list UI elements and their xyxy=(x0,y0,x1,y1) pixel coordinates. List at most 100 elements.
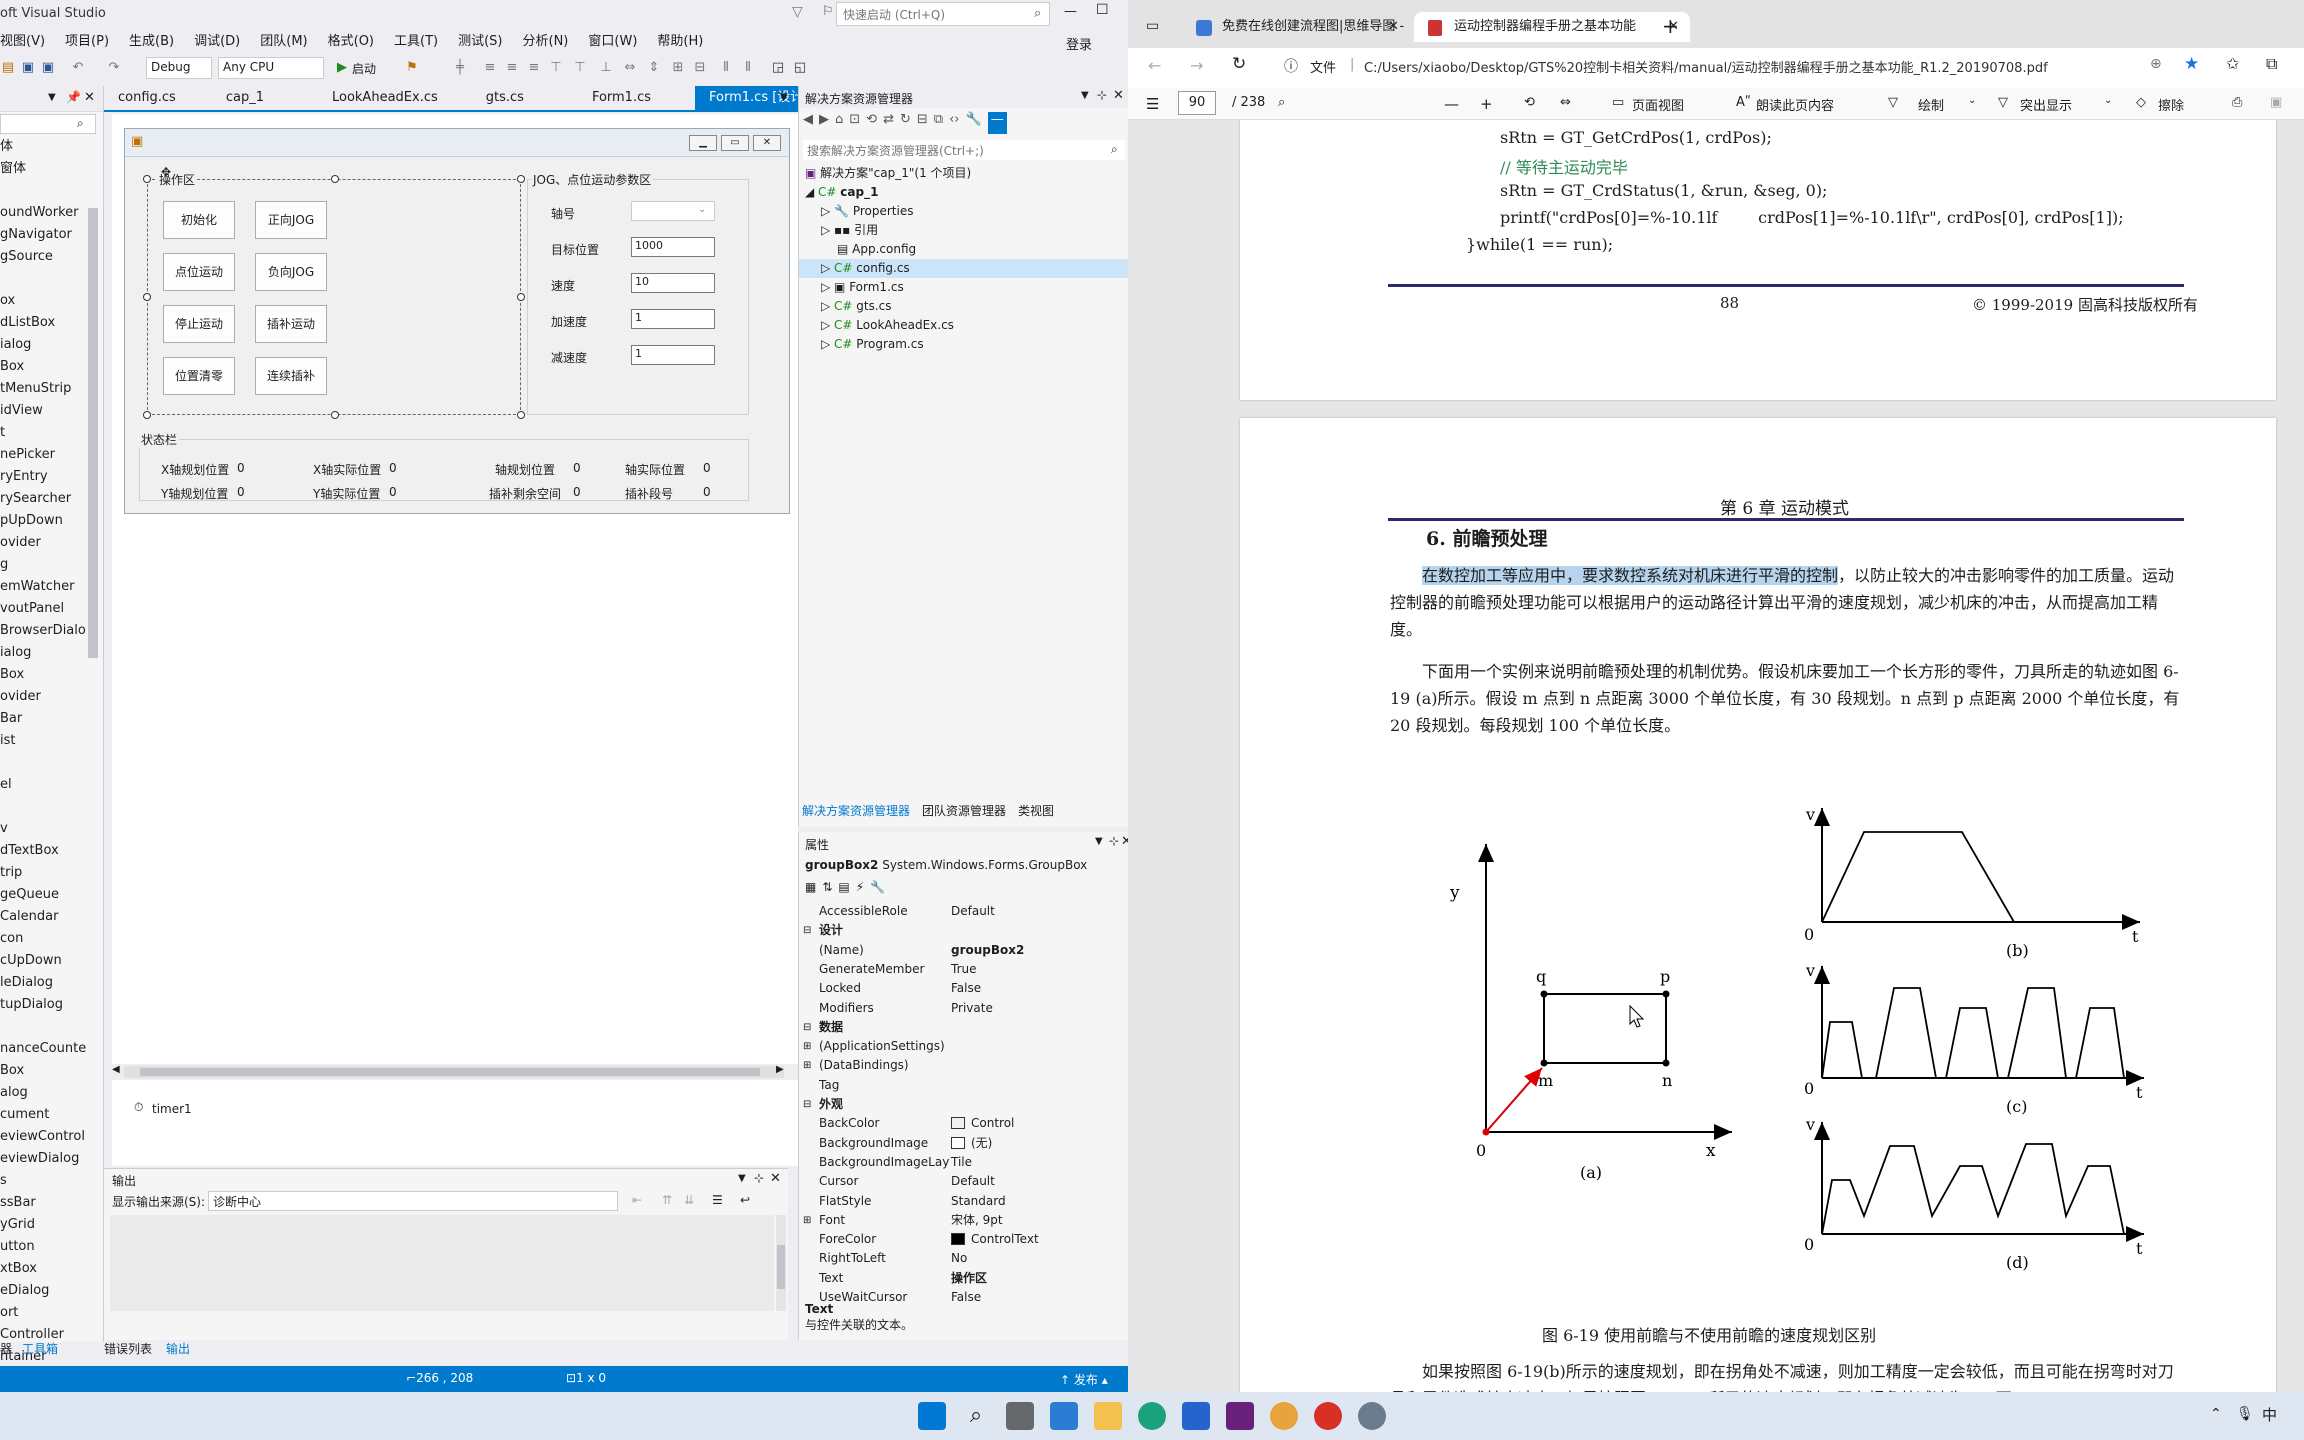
form1-window[interactable]: ▣ ▁ ▭ ✕ 操作区 ✥ 初始化 正向JOG 点位运动 负向JOG 停止运动 … xyxy=(124,128,790,514)
property-value[interactable]: Default xyxy=(951,1172,995,1191)
toolbox-item[interactable]: cument xyxy=(0,1104,86,1126)
axis-select[interactable]: ⌄ xyxy=(631,201,715,221)
config-combo[interactable]: Debug xyxy=(146,57,212,79)
property-value[interactable]: Private xyxy=(951,999,993,1018)
property-row[interactable]: FlatStyle Standard xyxy=(799,1192,1128,1211)
refresh-icon[interactable]: ↻ xyxy=(900,112,911,134)
tree-project[interactable]: ◢ C# cap_1 xyxy=(805,183,878,202)
start-icon[interactable]: ▶ xyxy=(334,60,350,76)
toolbar-icon-1[interactable]: ⚑ xyxy=(404,60,420,76)
property-value[interactable]: 操作区 xyxy=(951,1269,987,1288)
undo-icon[interactable]: ↶ xyxy=(70,60,86,76)
save-icon[interactable]: ▣ xyxy=(20,60,36,76)
toolbox-item[interactable]: geQueue xyxy=(0,884,86,906)
align-icon-7[interactable]: ⊥ xyxy=(598,60,614,76)
zoom-out-icon[interactable]: — xyxy=(1444,95,1459,113)
point-move-button[interactable]: 点位运动 xyxy=(163,253,235,291)
favorite-star-icon[interactable]: ★ xyxy=(2184,54,2199,74)
toolbox-item[interactable]: ovider xyxy=(0,532,86,554)
menu-tools[interactable]: 工具(T) xyxy=(394,30,438,54)
resize-handle[interactable] xyxy=(331,175,339,183)
tree-references[interactable]: ▷ ▪▪ 引用 xyxy=(821,221,878,240)
menu-debug[interactable]: 调试(D) xyxy=(194,30,240,54)
categorized-icon[interactable]: ▦ xyxy=(805,880,816,894)
draw-button[interactable]: 绘制 xyxy=(1918,95,1944,114)
scroll-thumb[interactable] xyxy=(140,1068,760,1076)
tab-config-cs[interactable]: config.cs xyxy=(104,86,190,110)
chevron-down-icon[interactable]: ⌄ xyxy=(2104,95,2112,106)
toolbox-item[interactable]: oundWorker xyxy=(0,202,86,224)
properties-object-selector[interactable]: groupBox2 System.Windows.Forms.GroupBox xyxy=(805,858,1087,872)
jog-forward-button[interactable]: 正向JOG xyxy=(255,201,327,239)
decel-input[interactable]: 1 xyxy=(631,345,715,365)
tree-gts-cs[interactable]: ▷ C# gts.cs xyxy=(821,297,892,316)
output-scrollbar[interactable] xyxy=(776,1215,786,1311)
fit-icon[interactable]: ⇔ xyxy=(1560,95,1571,110)
toolbox-item[interactable]: yGrid xyxy=(0,1214,86,1236)
property-value[interactable]: (无) xyxy=(971,1134,992,1153)
toolbox-item[interactable]: pUpDown xyxy=(0,510,86,532)
property-row[interactable]: ⊞ (DataBindings) xyxy=(799,1056,1128,1075)
tab-cap1[interactable]: cap_1 xyxy=(212,86,278,110)
browser-tab-pdf[interactable]: 运动控制器编程手册之基本功能 ✕ xyxy=(1414,12,1690,42)
property-row[interactable]: BackgroundImageLay Tile xyxy=(799,1153,1128,1172)
property-row[interactable]: ⊞ Font 宋体, 9pt xyxy=(799,1211,1128,1230)
output-nav-icon-2[interactable]: ⇈ xyxy=(662,1193,672,1207)
toolbox-scrollbar[interactable] xyxy=(88,208,98,658)
toolbox-item[interactable]: ryEntry xyxy=(0,466,86,488)
collapse-icon[interactable]: ⊟ xyxy=(803,1018,811,1037)
toolbox-item[interactable] xyxy=(0,796,86,818)
file-explorer-icon[interactable] xyxy=(1094,1402,1122,1430)
tabs-dropdown-icon[interactable]: ▼ xyxy=(780,92,788,103)
props-pin-icon[interactable]: ⊹ xyxy=(1109,834,1119,848)
search-tool-icon[interactable] xyxy=(1270,1402,1298,1430)
save-all-icon[interactable]: ▣ xyxy=(40,60,56,76)
spacing-icon-1[interactable]: ⫴ xyxy=(718,60,734,76)
collections-icon[interactable]: ⧉ xyxy=(2266,54,2277,74)
speed-input[interactable]: 10 xyxy=(631,273,715,293)
tree-form1-cs[interactable]: ▷ ▣ Form1.cs xyxy=(821,278,904,297)
open-icon[interactable]: ▤ xyxy=(0,60,16,76)
platform-combo[interactable]: Any CPU xyxy=(218,57,324,79)
toolbox-item[interactable]: el xyxy=(0,774,86,796)
props-dropdown-icon[interactable]: ▼ xyxy=(1095,836,1103,847)
erase-button[interactable]: 擦除 xyxy=(2158,95,2184,114)
toolbox-item[interactable]: eDialog xyxy=(0,1280,86,1302)
save-icon[interactable]: ▣ xyxy=(2270,95,2282,110)
move-handle-icon[interactable]: ✥ xyxy=(161,165,171,179)
menu-help[interactable]: 帮助(H) xyxy=(657,30,703,54)
draw-icon[interactable]: ▽ xyxy=(1888,95,1898,110)
chevron-down-icon[interactable]: ⌄ xyxy=(1968,95,1976,106)
toolbox-item[interactable]: eviewDialog xyxy=(0,1148,86,1170)
microphone-icon[interactable]: 🎙 xyxy=(2236,1406,2254,1422)
tray-chevron-icon[interactable]: ⌃ xyxy=(2210,1406,2222,1422)
output-scroll-thumb[interactable] xyxy=(777,1245,785,1289)
read-aloud-icon[interactable]: Aʺ xyxy=(1736,95,1751,110)
property-category[interactable]: ⊟ 数据 xyxy=(799,1018,1128,1037)
order-icon-1[interactable]: ◲ xyxy=(770,60,786,76)
tab-server[interactable]: 器 xyxy=(0,1340,12,1362)
property-value[interactable]: ControlText xyxy=(971,1230,1039,1249)
size-icon-3[interactable]: ⊞ xyxy=(670,60,686,76)
form-close-icon[interactable]: ✕ xyxy=(753,135,781,151)
sol-close-icon[interactable]: ✕ xyxy=(1113,88,1124,103)
toolbox-item[interactable]: nanceCounter xyxy=(0,1038,86,1060)
start-icon[interactable] xyxy=(918,1402,946,1430)
toc-icon[interactable]: ☰ xyxy=(1146,95,1159,113)
zoom-in-icon[interactable]: + xyxy=(1480,95,1493,113)
page-number-input[interactable]: 90 xyxy=(1178,91,1216,115)
publish-button[interactable]: ↑ 发布 ▴ xyxy=(1060,1371,1108,1388)
toolbox-item[interactable]: leDialog xyxy=(0,972,86,994)
resize-handle[interactable] xyxy=(143,175,151,183)
visual-studio-icon[interactable] xyxy=(1226,1402,1254,1430)
back-icon[interactable]: ◀ xyxy=(803,112,813,134)
props-close-icon[interactable]: ✕ xyxy=(1121,834,1128,849)
home-icon[interactable]: ⌂ xyxy=(835,112,843,134)
start-button[interactable]: 启动 xyxy=(352,60,376,77)
tab-lookaheadex-cs[interactable]: LookAheadEx.cs xyxy=(318,86,452,110)
print-icon[interactable]: ⎙ xyxy=(2232,95,2242,110)
toolbox-search-input[interactable]: ⌕ xyxy=(0,114,96,134)
settings-icon[interactable] xyxy=(1358,1402,1386,1430)
accel-input[interactable]: 1 xyxy=(631,309,715,329)
back-icon[interactable]: ← xyxy=(1148,56,1161,75)
